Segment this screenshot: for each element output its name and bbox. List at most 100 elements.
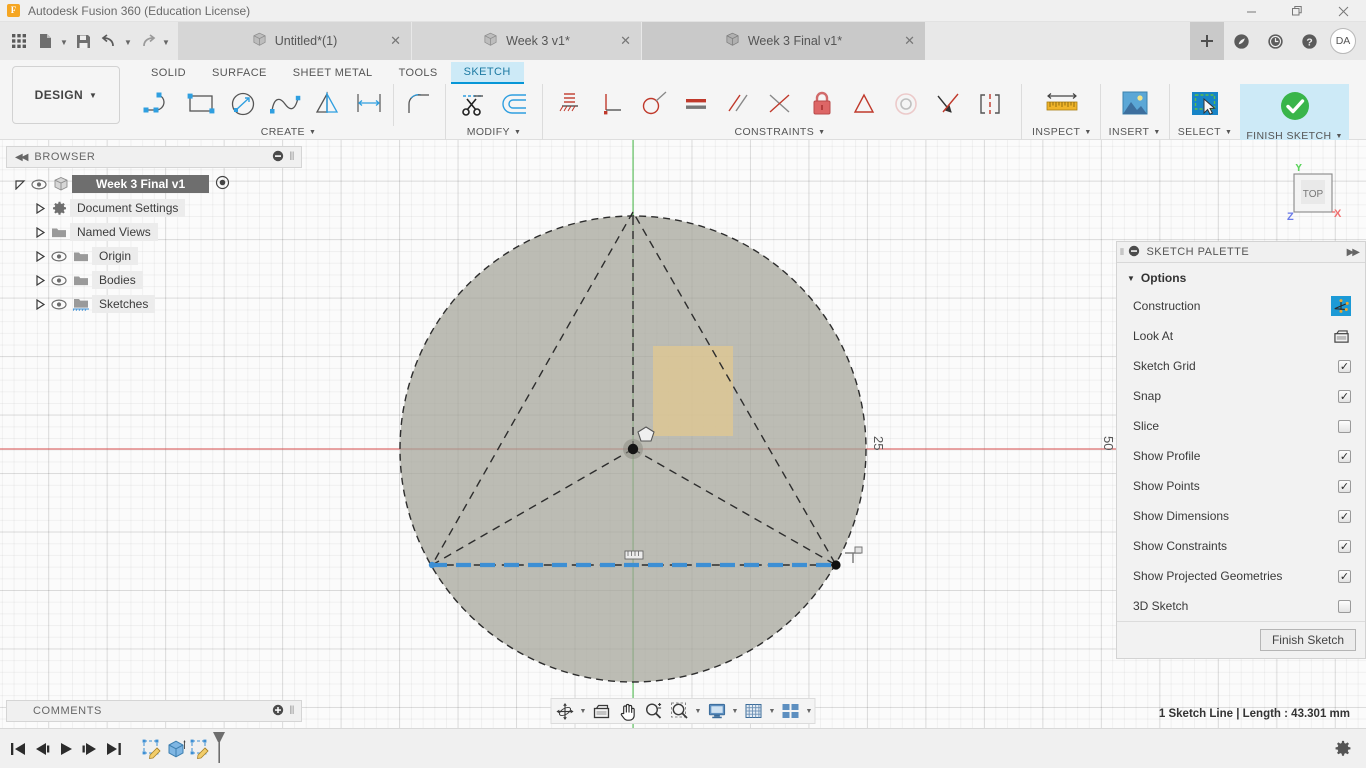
tree-item-origin[interactable]: Origin bbox=[6, 244, 302, 268]
mirror-icon[interactable] bbox=[306, 84, 348, 124]
panel-grip-icon[interactable]: ⦀ bbox=[1120, 247, 1124, 258]
grid-snaps-icon[interactable] bbox=[741, 699, 767, 723]
redo-icon[interactable] bbox=[134, 26, 160, 56]
step-forward-icon[interactable] bbox=[78, 734, 102, 764]
orbit-caret-icon[interactable]: ▼ bbox=[578, 699, 589, 723]
midpoint-icon[interactable] bbox=[759, 84, 801, 124]
symmetry-icon[interactable] bbox=[969, 84, 1011, 124]
tree-item-document-settings[interactable]: Document Settings bbox=[6, 196, 302, 220]
document-tab-week3final[interactable]: Week 3 Final v1* ✕ bbox=[642, 22, 926, 60]
display-settings-icon[interactable] bbox=[704, 699, 730, 723]
construction-icon[interactable] bbox=[1331, 296, 1351, 316]
visibility-eye-icon[interactable] bbox=[48, 274, 70, 286]
show-profile-checkbox[interactable]: ✓ bbox=[1338, 449, 1351, 463]
look-at-icon[interactable] bbox=[1331, 326, 1351, 346]
sketch-feature-icon[interactable] bbox=[188, 734, 212, 764]
expand-arrow-icon[interactable] bbox=[12, 179, 28, 190]
tree-item-root[interactable]: Week 3 Final v1 bbox=[6, 172, 302, 196]
palette-row-show-profile[interactable]: Show Profile ✓ bbox=[1117, 441, 1365, 471]
extrude-feature-icon[interactable] bbox=[164, 734, 188, 764]
document-tab-week3[interactable]: Week 3 v1* ✕ bbox=[412, 22, 642, 60]
help-icon[interactable]: ? bbox=[1292, 22, 1326, 60]
jump-to-beginning-icon[interactable] bbox=[6, 734, 30, 764]
job-status-icon[interactable] bbox=[1224, 22, 1258, 60]
grid-snaps-caret-icon[interactable]: ▼ bbox=[767, 699, 778, 723]
tangent-icon[interactable] bbox=[633, 84, 675, 124]
fillet-icon[interactable] bbox=[397, 84, 439, 124]
expand-arrow-icon[interactable] bbox=[32, 202, 48, 214]
gear-icon[interactable] bbox=[1330, 736, 1356, 762]
show-projected-geometries-checkbox[interactable]: ✓ bbox=[1338, 569, 1351, 583]
expand-arrow-icon[interactable] bbox=[32, 298, 48, 310]
document-tab-close-icon[interactable]: ✕ bbox=[620, 33, 631, 49]
circle-icon[interactable] bbox=[222, 84, 264, 124]
view-cube[interactable]: TOP Y X Z bbox=[1282, 162, 1342, 230]
new-tab-button[interactable] bbox=[1190, 22, 1224, 60]
panel-grip-icon[interactable]: ⦀ bbox=[290, 151, 295, 164]
recent-icon[interactable] bbox=[1258, 22, 1292, 60]
palette-row-3d-sketch[interactable]: 3D Sketch bbox=[1117, 591, 1365, 621]
horizontal-vertical-constraint-icon[interactable] bbox=[549, 84, 591, 124]
minimize-panel-icon[interactable] bbox=[272, 150, 284, 165]
rectangular-pattern-icon[interactable] bbox=[348, 84, 390, 124]
collapse-right-icon[interactable]: ▶▶ bbox=[1347, 247, 1360, 258]
expand-arrow-icon[interactable] bbox=[32, 226, 48, 238]
snap-checkbox[interactable]: ✓ bbox=[1338, 389, 1351, 403]
avatar[interactable]: DA bbox=[1330, 28, 1356, 54]
trim-icon[interactable] bbox=[452, 84, 494, 124]
rectangle-icon[interactable] bbox=[180, 84, 222, 124]
sketch-feature-icon[interactable] bbox=[140, 734, 164, 764]
document-tab-untitled[interactable]: Untitled*(1) ✕ bbox=[178, 22, 412, 60]
slice-checkbox[interactable] bbox=[1338, 419, 1351, 433]
step-back-icon[interactable] bbox=[30, 734, 54, 764]
panel-grip-icon[interactable]: ⦀ bbox=[290, 705, 295, 718]
palette-row-slice[interactable]: Slice bbox=[1117, 411, 1365, 441]
pan-hand-icon[interactable] bbox=[615, 699, 641, 723]
palette-row-look-at[interactable]: Look At bbox=[1117, 321, 1365, 351]
equal-icon[interactable] bbox=[675, 84, 717, 124]
tree-item-sketches[interactable]: Sketches bbox=[6, 292, 302, 316]
visibility-eye-icon[interactable] bbox=[28, 178, 50, 190]
redo-caret-icon[interactable]: ▼ bbox=[160, 26, 172, 56]
jump-to-end-icon[interactable] bbox=[102, 734, 126, 764]
offset-icon[interactable] bbox=[494, 84, 536, 124]
tab-sheet-metal[interactable]: SHEET METAL bbox=[280, 62, 386, 84]
add-comment-icon[interactable] bbox=[272, 704, 284, 719]
collapse-left-icon[interactable]: ◀◀ bbox=[15, 152, 28, 163]
document-tab-close-icon[interactable]: ✕ bbox=[904, 33, 915, 49]
orbit-icon[interactable] bbox=[552, 699, 578, 723]
tab-tools[interactable]: TOOLS bbox=[386, 62, 451, 84]
tab-sketch[interactable]: SKETCH bbox=[450, 62, 524, 84]
palette-row-show-dimensions[interactable]: Show Dimensions ✓ bbox=[1117, 501, 1365, 531]
finish-sketch-button[interactable]: Finish Sketch bbox=[1259, 629, 1356, 651]
play-icon[interactable] bbox=[54, 734, 78, 764]
visibility-eye-icon[interactable] bbox=[48, 250, 70, 262]
look-at-icon[interactable] bbox=[589, 699, 615, 723]
sketch-line-icon[interactable] bbox=[138, 84, 180, 124]
viewports-icon[interactable] bbox=[778, 699, 804, 723]
visibility-eye-icon[interactable] bbox=[48, 298, 70, 310]
select-window-icon[interactable] bbox=[1181, 84, 1229, 124]
expand-arrow-icon[interactable] bbox=[32, 250, 48, 262]
tree-item-named-views[interactable]: Named Views bbox=[6, 220, 302, 244]
undo-caret-icon[interactable]: ▼ bbox=[122, 26, 134, 56]
minimize-button[interactable] bbox=[1228, 0, 1274, 22]
undo-icon[interactable] bbox=[96, 26, 122, 56]
fix-unfix-icon[interactable] bbox=[801, 84, 843, 124]
zoom-window-caret-icon[interactable]: ▼ bbox=[693, 699, 704, 723]
palette-row-construction[interactable]: Construction bbox=[1117, 291, 1365, 321]
parallel-icon[interactable] bbox=[717, 84, 759, 124]
new-file-icon[interactable] bbox=[32, 26, 58, 56]
show-constraints-checkbox[interactable]: ✓ bbox=[1338, 539, 1351, 553]
workspace-selector[interactable]: DESIGN ▼ bbox=[12, 66, 120, 124]
measure-icon[interactable] bbox=[1038, 84, 1086, 124]
sketch-palette-header[interactable]: ⦀ SKETCH PALETTE ▶▶ bbox=[1117, 242, 1365, 263]
tab-surface[interactable]: SURFACE bbox=[199, 62, 280, 84]
zoom-window-icon[interactable] bbox=[667, 699, 693, 723]
spline-icon[interactable] bbox=[264, 84, 306, 124]
zoom-icon[interactable] bbox=[641, 699, 667, 723]
activate-component-radio[interactable] bbox=[215, 175, 230, 193]
palette-row-snap[interactable]: Snap ✓ bbox=[1117, 381, 1365, 411]
timeline-marker[interactable] bbox=[210, 730, 228, 767]
insert-image-icon[interactable] bbox=[1111, 84, 1159, 124]
